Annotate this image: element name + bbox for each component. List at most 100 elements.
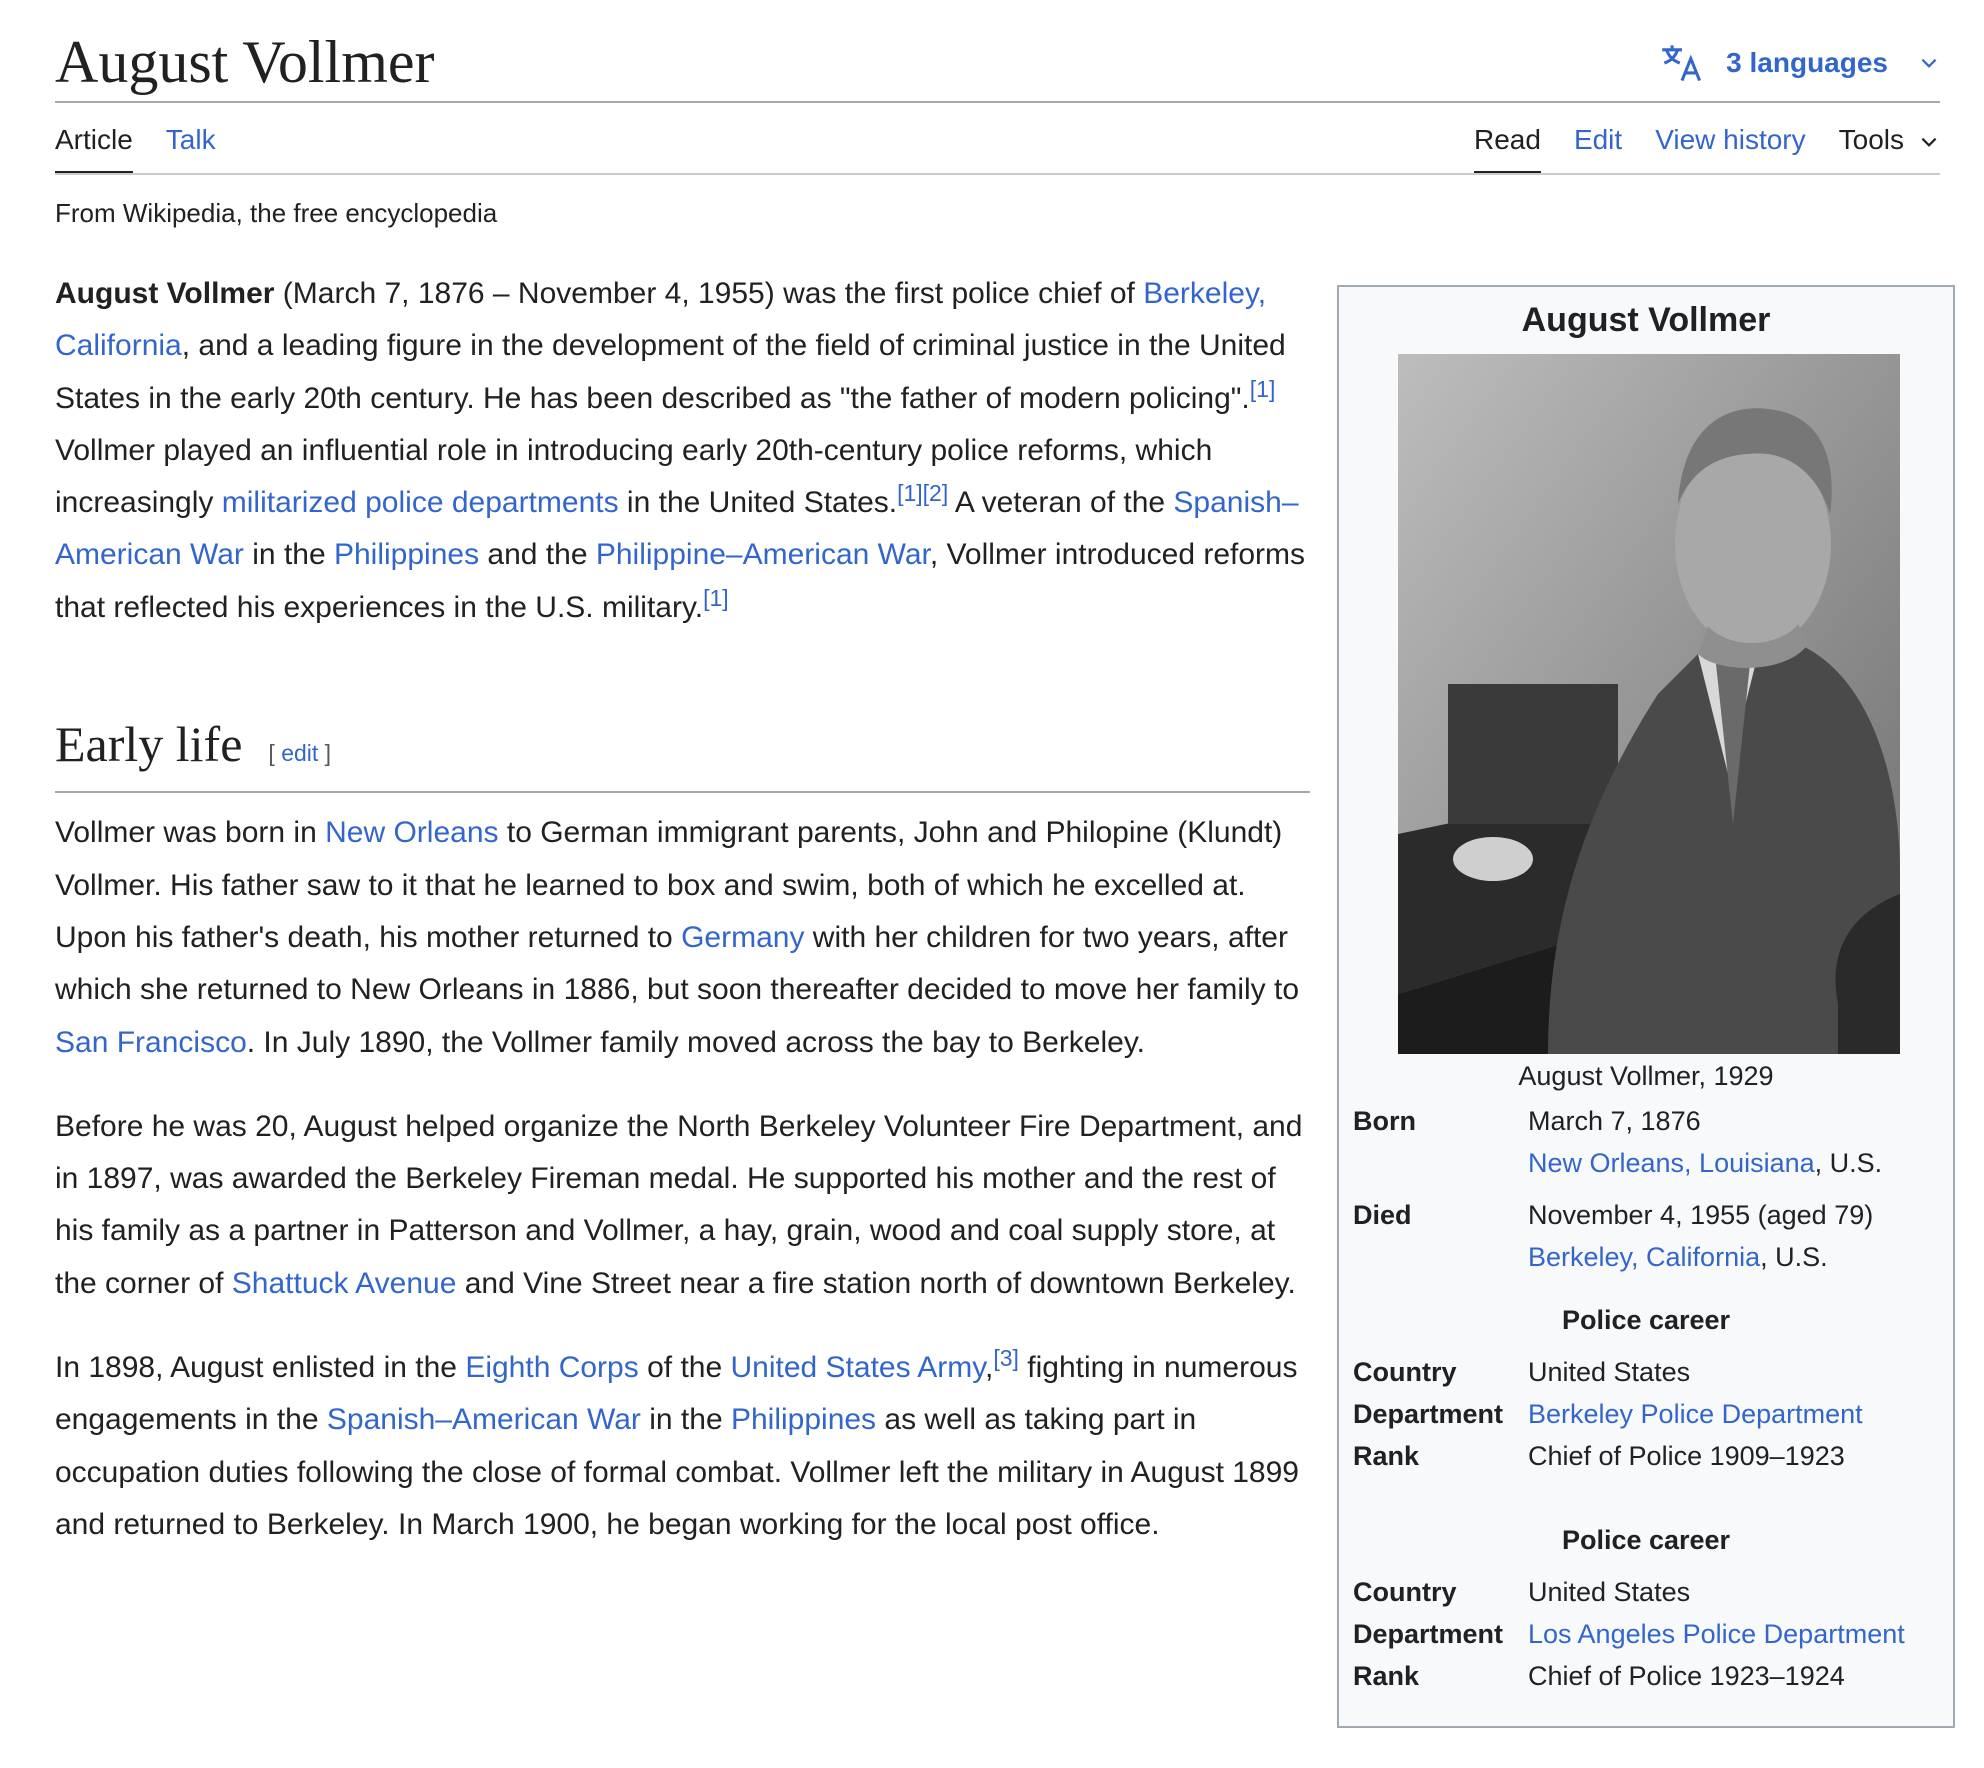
text: . In July 1890, the Vollmer family moved… [246,1025,1145,1059]
article-body: August Vollmer (March 7, 1876 – November… [55,268,1310,1551]
link-new-orleans[interactable]: New Orleans [325,816,498,849]
infobox: August Vollmer August Vollmer, 1929 Born… [1337,285,1955,1728]
infobox-police-career-1: Police career Country United States Depa… [1353,1299,1939,1477]
section-heading-early-life: Early life [ edit ] [55,714,1310,794]
text: , U.S. [1814,1148,1883,1178]
languages-label: 3 languages [1726,47,1888,78]
text: in the [243,538,334,572]
title-divider [55,101,1940,103]
chevron-down-icon [1921,137,1937,147]
link-new-orleans-louisiana[interactable]: New Orleans, Louisiana [1528,1148,1815,1178]
born-place: New Orleans, Louisiana, U.S. [1528,1142,1939,1184]
site-tagline: From Wikipedia, the free encyclopedia [55,198,498,228]
country-label: Country [1353,1577,1457,1607]
country-value: United States [1528,1357,1691,1387]
country-value: United States [1528,1577,1691,1607]
tab-view-history[interactable]: View history [1655,122,1805,174]
early-life-paragraph-1: Vollmer was born in New Orleans to Germa… [55,807,1310,1068]
tab-read[interactable]: Read [1474,122,1541,175]
bracket: [ [268,740,282,767]
infobox-row-country: Country United States [1353,1571,1939,1613]
infobox-row-born: Born March 7, 1876 New Orleans, Louisian… [1353,1100,1939,1184]
rank-label: Rank [1353,1441,1420,1471]
died-value: November 4, 1955 (aged 79) Berkeley, Cal… [1528,1194,1939,1278]
link-san-francisco[interactable]: San Francisco [55,1026,247,1059]
link-spanish-american-war[interactable]: Spanish–American War [327,1403,641,1436]
chevron-down-icon [1921,58,1937,68]
department-label: Department [1353,1399,1504,1429]
page-title: August Vollmer [55,29,435,95]
text: of the [638,1351,731,1385]
died-label: Died [1353,1200,1412,1230]
country-label: Country [1353,1357,1457,1387]
citation-1[interactable]: [1] [1250,376,1276,402]
link-eighth-corps[interactable]: Eighth Corps [465,1351,638,1384]
section-edit-link[interactable]: edit [281,740,318,766]
infobox-row-department: Department Los Angeles Police Department [1353,1613,1939,1655]
link-militarized-police[interactable]: militarized police departments [222,486,619,519]
infobox-police-career-2: Police career Country United States Depa… [1353,1519,1939,1697]
text: , and a leading figure in the developmen… [55,329,1286,415]
infobox-row-rank: Rank Chief of Police 1909–1923 [1353,1435,1939,1477]
tools-menu[interactable]: Tools [1839,122,1940,174]
text: in the United States. [618,486,898,520]
section-edit: [ edit ] [268,727,331,779]
section-header: Police career [1561,1305,1731,1335]
link-shattuck-avenue[interactable]: Shattuck Avenue [232,1267,457,1300]
subject-name: August Vollmer [55,277,275,310]
portrait-image [1398,354,1900,1054]
infobox-title: August Vollmer [1521,301,1771,339]
tabs-divider [55,173,1940,175]
link-philippine-american-war[interactable]: Philippine–American War [596,538,930,571]
section-header: Police career [1561,1525,1731,1555]
link-germany[interactable]: Germany [681,921,804,954]
translate-icon [1662,45,1702,82]
tab-talk[interactable]: Talk [166,122,216,174]
citation-1[interactable]: [1] [897,480,923,506]
born-date: March 7, 1876 [1528,1106,1701,1136]
born-label: Born [1353,1106,1416,1136]
tools-label: Tools [1838,124,1904,155]
text: In 1898, August enlisted in the [55,1351,466,1385]
infobox-row-rank: Rank Chief of Police 1923–1924 [1353,1655,1939,1697]
citation-3[interactable]: [3] [993,1345,1019,1371]
lead-paragraph: August Vollmer (March 7, 1876 – November… [55,268,1310,634]
text: A veteran of the [948,486,1174,520]
infobox-row-country: Country United States [1353,1351,1939,1393]
link-los-angeles-police-department[interactable]: Los Angeles Police Department [1528,1613,1939,1655]
namespace-tabs: Article Talk [55,122,216,175]
text: in the [640,1403,731,1437]
text: , U.S. [1760,1242,1828,1272]
department-label: Department [1353,1619,1504,1649]
tab-edit[interactable]: Edit [1574,122,1622,174]
link-philippines[interactable]: Philippines [731,1403,876,1436]
citation-2[interactable]: [2] [923,480,949,506]
rank-value: Chief of Police 1923–1924 [1528,1661,1845,1691]
infobox-personal: Born March 7, 1876 New Orleans, Louisian… [1353,1100,1939,1278]
link-united-states-army[interactable]: United States Army [730,1351,985,1384]
text: Vollmer was born in [55,816,326,850]
link-berkeley-police-department[interactable]: Berkeley Police Department [1528,1393,1939,1435]
bracket: ] [318,740,332,767]
rank-value: Chief of Police 1909–1923 [1528,1441,1845,1471]
died-date: November 4, 1955 (aged 79) [1528,1200,1874,1230]
portrait-photo[interactable] [1398,354,1900,1054]
born-value: March 7, 1876 New Orleans, Louisiana, U.… [1528,1100,1939,1184]
infobox-row-department: Department Berkeley Police Department [1353,1393,1939,1435]
portrait-caption: August Vollmer, 1929 [1518,1061,1774,1091]
text: and the [479,538,596,572]
link-berkeley-california[interactable]: Berkeley, California [1528,1242,1760,1272]
tab-article[interactable]: Article [55,122,133,175]
text: and Vine Street near a fire station nort… [456,1266,1296,1300]
section-title: Early life [55,716,243,773]
view-tabs: Read Edit View history Tools [1474,122,1940,175]
infobox-row-died: Died November 4, 1955 (aged 79) Berkeley… [1353,1194,1939,1278]
rank-label: Rank [1353,1661,1420,1691]
text: (March 7, 1876 – November 4, 1955) was t… [274,277,1144,310]
languages-button[interactable]: 3 languages [1660,40,1940,86]
citation-1[interactable]: [1] [703,585,729,611]
early-life-paragraph-3: In 1898, August enlisted in the Eighth C… [55,1342,1310,1551]
early-life-paragraph-2: Before he was 20, August helped organize… [55,1101,1310,1310]
link-philippines[interactable]: Philippines [334,538,479,571]
died-place: Berkeley, California, U.S. [1528,1236,1939,1278]
